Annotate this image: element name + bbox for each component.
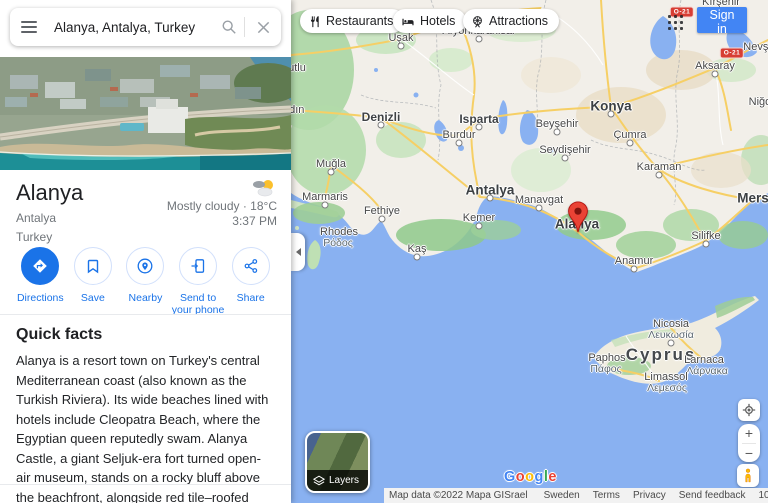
attractions-icon [471,15,484,28]
google-logo-letter: g [534,469,544,485]
hotels-button[interactable]: Hotels [393,9,467,33]
layers-button[interactable]: Layers [305,431,370,493]
send-feedback-link[interactable]: Send feedback [679,490,746,501]
send-to-phone-label: Send to your phone [171,292,225,316]
map-canvas[interactable]: KırşehirNevşehirAksarayNiğdeUşakAfyonkar… [291,0,768,503]
weather-condition: Mostly cloudy · 18°C [166,199,277,213]
hotels-label: Hotels [420,14,456,28]
google-maps-app: KırşehirNevşehirAksarayNiğdeUşakAfyonkar… [0,0,768,503]
weather-icon [253,180,273,197]
share-icon [231,247,270,285]
attractions-label: Attractions [489,14,549,28]
place-header: Alanya Antalya Turkey [16,180,83,244]
send-to-phone-icon [179,247,218,285]
region-label: Sweden [543,490,580,501]
sign-in-button[interactable]: Sign in [697,7,747,36]
restaurants-button[interactable]: Restaurants [300,9,405,33]
terms-link[interactable]: Terms [593,490,620,501]
zoom-out-button[interactable]: − [738,444,760,463]
share-button[interactable]: Share [224,247,277,316]
apps-grid-icon[interactable] [668,15,684,31]
section-divider-bottom [0,484,291,485]
road-badge-o21-b: O-21 [719,47,745,59]
share-label: Share [236,292,265,304]
privacy-link[interactable]: Privacy [633,490,666,501]
layers-label: Layers [329,475,360,486]
attribution-bar: Map data ©2022 Mapa GISrael Sweden Terms… [384,488,768,503]
zoom-in-button[interactable]: + [738,424,760,443]
restaurants-label: Restaurants [326,14,394,28]
google-logo: Google [504,469,557,485]
action-buttons: Directions Save Nearby Send to your phon… [0,247,291,316]
collapse-arrow-icon [295,248,301,256]
my-location-icon [742,403,756,417]
quick-facts-text: Alanya is a resort town on Turkey's cent… [16,353,269,503]
weather-widget: Mostly cloudy · 18°C 3:37 PM [167,178,277,229]
place-country: Turkey [16,230,53,244]
google-logo-letter: o [525,469,535,485]
layers-icon [313,475,325,486]
search-bar: Alanya, Antalya, Turkey [10,8,281,46]
save-icon [73,247,112,285]
directions-button[interactable]: Directions [14,247,67,316]
directions-icon [21,247,60,285]
pegman-icon [745,468,751,483]
map-data-credit: Map data ©2022 Mapa GISrael [389,490,528,501]
directions-label: Directions [16,292,64,304]
sidebar-collapse-button[interactable] [291,233,305,271]
pegman-button[interactable] [737,464,759,487]
google-logo-letter: o [515,469,526,485]
save-label: Save [80,292,105,304]
section-divider [0,314,291,315]
place-pin-icon[interactable] [566,201,590,233]
hotels-icon [401,15,415,28]
place-photo[interactable] [0,57,291,170]
search-icon[interactable] [214,19,244,35]
close-icon[interactable] [245,20,281,35]
place-title: Alanya [16,180,84,205]
nearby-icon [126,247,165,285]
place-region: Antalya [16,211,57,225]
place-panel: Alanya, Antalya, Turkey Alanya Antalya T… [0,0,291,503]
save-button[interactable]: Save [67,247,120,316]
nearby-button[interactable]: Nearby [119,247,172,316]
weather-time: 3:37 PM [232,214,277,228]
attractions-button[interactable]: Attractions [463,9,560,33]
search-input[interactable]: Alanya, Antalya, Turkey [48,20,214,35]
restaurants-icon [308,15,321,28]
map-terrain [291,0,768,384]
send-to-phone-button[interactable]: Send to your phone [172,247,225,316]
google-logo-letter: e [548,469,557,485]
my-location-button[interactable] [738,399,760,421]
scale-label: 100 km [758,490,768,501]
quick-facts-heading: Quick facts [16,326,103,343]
nearby-label: Nearby [128,292,163,304]
menu-icon[interactable] [10,21,48,33]
zoom-controls: + − [738,424,760,462]
google-logo-letter: G [504,469,516,485]
